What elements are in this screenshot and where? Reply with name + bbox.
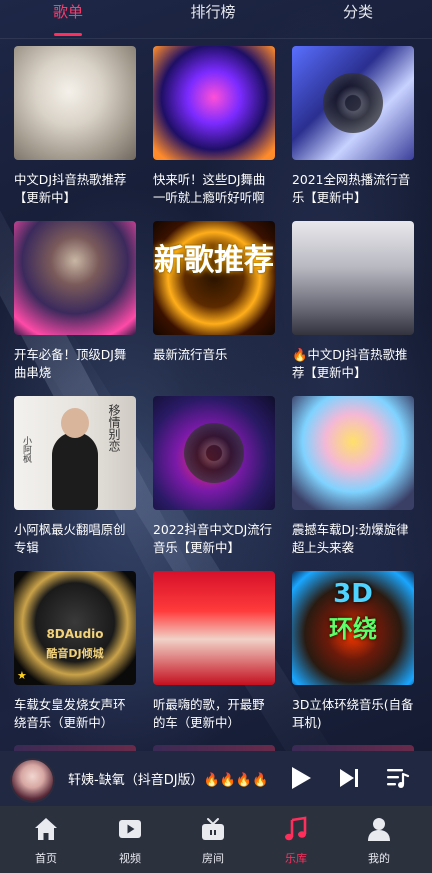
tab-categories[interactable]: 分类 [330, 0, 386, 38]
nav-item-profile[interactable]: 我的 [346, 806, 412, 873]
playlist-card[interactable]: 新歌推荐 最新流行音乐 [153, 221, 275, 382]
cover-text: 8DAudio [46, 627, 104, 641]
playlist-card[interactable]: 2022抖音中文DJ流行音乐【更新中】 [153, 396, 275, 557]
cover-artist-name: 小阿枫 [21, 436, 31, 463]
active-tab-indicator [54, 33, 82, 36]
cover-text: 新歌推荐 [154, 243, 274, 278]
next-track-button[interactable] [336, 765, 362, 791]
cover-text: 移情别恋 [107, 404, 121, 452]
turntable-graphic [323, 73, 383, 133]
tab-charts[interactable]: 排行榜 [182, 0, 244, 38]
turntable-graphic [184, 423, 244, 483]
playlist-card[interactable]: 快来听！这些DJ舞曲一听就上瘾听好听啊 [153, 46, 275, 207]
singer-figure [52, 408, 98, 510]
now-playing-cover[interactable] [10, 758, 55, 803]
playlist-title: 车载女皇发烧女声环绕音乐（更新中） [14, 697, 126, 730]
user-icon [368, 818, 390, 841]
nav-label: 视频 [119, 852, 141, 865]
tab-label: 排行榜 [190, 3, 236, 21]
playlist-cover[interactable]: 移情别恋 小阿枫 [14, 396, 136, 510]
nav-label: 房间 [202, 852, 224, 865]
home-icon [35, 818, 57, 840]
tv-room-icon [202, 818, 224, 840]
nav-item-video[interactable]: 视频 [97, 806, 163, 873]
video-icon [119, 820, 141, 838]
nav-item-music-library[interactable]: 乐库 [263, 806, 329, 873]
cover-subtext: 环绕 [329, 615, 377, 643]
tab-label: 歌单 [52, 3, 83, 21]
playlist-title: 🔥中文DJ抖音热歌推荐【更新中】 [292, 347, 408, 380]
playlist-card[interactable]: 震撼车载DJ:劲爆旋律超上头来袭 [292, 396, 414, 557]
playlist-title: 最新流行音乐 [153, 347, 228, 362]
playlist-title: 震撼车载DJ:劲爆旋律超上头来袭 [292, 522, 409, 555]
playlist-card[interactable]: 听最嗨的歌，开最野的车（更新中） [153, 571, 275, 732]
playlist-queue-button[interactable] [386, 765, 410, 791]
playlist-cover[interactable] [14, 221, 136, 335]
cover-text: 3D [333, 579, 373, 609]
star-icon: ★ [17, 669, 27, 682]
playlist-title: 快来听！这些DJ舞曲一听就上瘾听好听啊 [153, 172, 266, 205]
playlist-title: 中文DJ抖音热歌推荐【更新中】 [14, 172, 127, 205]
playlist-cover[interactable]: 3D 环绕 [292, 571, 414, 685]
playlist-card[interactable]: 开车必备！顶级DJ舞曲串烧 [14, 221, 136, 382]
tab-playlists[interactable]: 歌单 [40, 0, 96, 38]
music-note-icon [285, 816, 307, 841]
queue-list-icon [387, 769, 410, 788]
playlist-card[interactable]: 3D 环绕 3D立体环绕音乐(自备耳机) [292, 571, 414, 732]
playlist-title: 听最嗨的歌，开最野的车（更新中） [153, 697, 265, 730]
playlist-cover[interactable]: 新歌推荐 [153, 221, 275, 335]
playlist-card[interactable]: 8DAudio 酷音DJ倾城 ★ 车载女皇发烧女声环绕音乐（更新中） [14, 571, 136, 732]
playlist-card[interactable]: 中文DJ抖音热歌推荐【更新中】 [14, 46, 136, 207]
nav-item-room[interactable]: 房间 [180, 806, 246, 873]
playlist-title: 3D立体环绕音乐(自备耳机) [292, 697, 414, 730]
play-icon [292, 767, 311, 789]
top-tabs: 歌单 排行榜 分类 [0, 0, 432, 39]
playlist-cover[interactable] [14, 46, 136, 160]
playlist-title: 2021全网热播流行音乐【更新中】 [292, 172, 411, 205]
playlist-cover[interactable] [292, 46, 414, 160]
playlist-card[interactable]: 移情别恋 小阿枫 小阿枫最火翻唱原创专辑 [14, 396, 136, 557]
playlist-cover[interactable]: 8DAudio 酷音DJ倾城 ★ [14, 571, 136, 685]
playlist-card[interactable]: 🔥中文DJ抖音热歌推荐【更新中】 [292, 221, 414, 382]
nav-label: 乐库 [285, 852, 307, 865]
now-playing-title[interactable]: 轩姨-缺氧（抖音DJ版）🔥🔥🔥🔥 [68, 769, 268, 788]
playlist-cover[interactable] [292, 396, 414, 510]
bottom-navigation: 首页 视频 房间 乐库 我的 [0, 806, 432, 873]
playlist-cover[interactable] [292, 221, 414, 335]
playlist-title: 2022抖音中文DJ流行音乐【更新中】 [153, 522, 273, 555]
playlist-cover[interactable] [153, 46, 275, 160]
nav-item-home[interactable]: 首页 [13, 806, 79, 873]
playlist-title: 小阿枫最火翻唱原创专辑 [14, 522, 126, 555]
playlist-cover[interactable] [153, 396, 275, 510]
playlist-card[interactable]: 2021全网热播流行音乐【更新中】 [292, 46, 414, 207]
nav-label: 我的 [368, 852, 390, 865]
nav-label: 首页 [35, 852, 57, 865]
playlist-title: 开车必备！顶级DJ舞曲串烧 [14, 347, 127, 380]
mini-player[interactable]: 轩姨-缺氧（抖音DJ版）🔥🔥🔥🔥 [0, 751, 432, 806]
tab-label: 分类 [342, 3, 373, 21]
cover-subtext: 酷音DJ倾城 [46, 647, 104, 660]
skip-next-icon [340, 769, 358, 787]
playlist-cover[interactable] [153, 571, 275, 685]
play-button[interactable] [286, 764, 314, 792]
